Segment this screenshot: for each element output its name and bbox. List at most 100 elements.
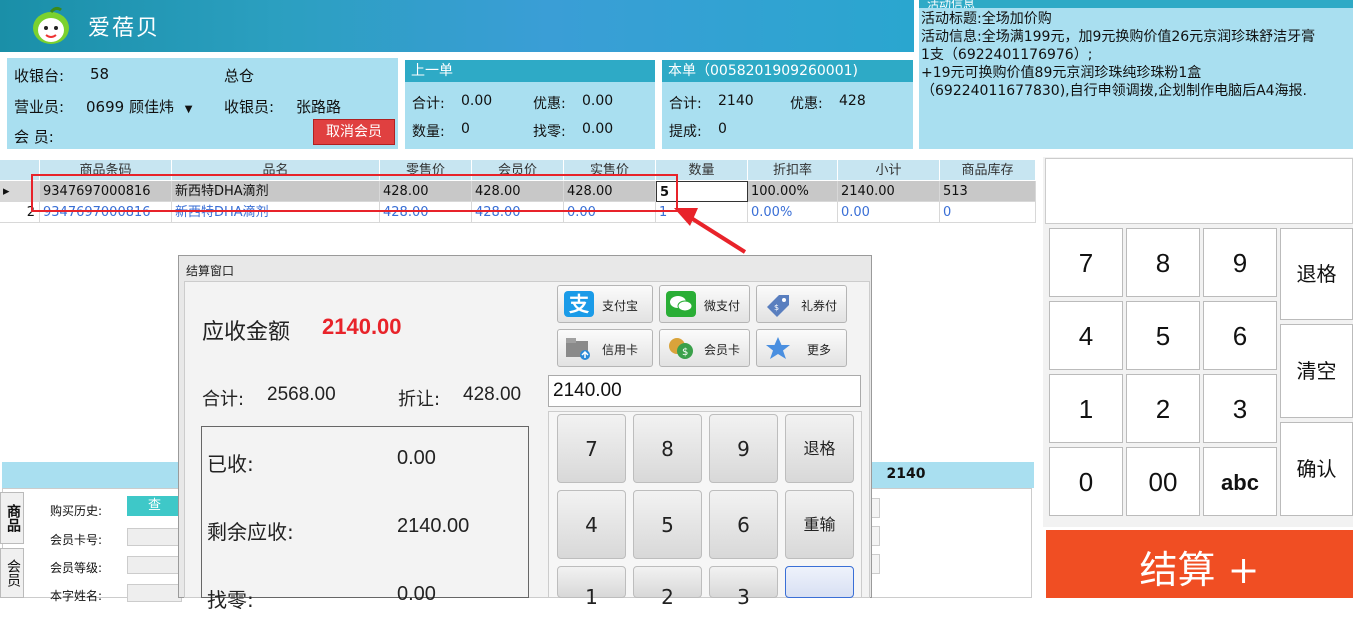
keypad-backspace-button[interactable]: 退格 xyxy=(1280,228,1353,320)
promo-line: （69224011677830),自行申领调拨,企划制作电脑后A4海报. xyxy=(921,83,1307,99)
gift-voucher-label: 礼券付 xyxy=(801,299,838,313)
card-no-field[interactable] xyxy=(127,528,182,546)
svg-text:$: $ xyxy=(774,303,779,312)
level-label: 会员等级: xyxy=(50,561,103,575)
dialog-key-4[interactable]: 4 xyxy=(557,490,626,559)
remaining-value: 2140.00 xyxy=(397,515,470,537)
this-total-value: 2140 xyxy=(718,93,754,109)
keypad-key-abc[interactable]: abc xyxy=(1203,447,1277,516)
member-card-button[interactable]: $ 会员卡 xyxy=(659,329,750,367)
received-label: 已收: xyxy=(207,452,254,476)
cell-subtotal[interactable]: 0.00 xyxy=(838,202,940,223)
cell-subtotal[interactable]: 2140.00 xyxy=(838,181,940,202)
chevron-down-icon: ▼ xyxy=(184,104,193,115)
keypad-key-3[interactable]: 3 xyxy=(1203,374,1277,443)
prev-qty-label: 数量: xyxy=(412,124,445,140)
app-logo-icon xyxy=(33,6,69,44)
query-button[interactable]: 查 xyxy=(127,496,182,516)
dialog-reenter-button[interactable]: 重输 xyxy=(785,490,854,559)
app-brand: 爱蓓贝 xyxy=(88,16,161,41)
promo-line: 活动标题:全场加价购 xyxy=(921,11,1052,27)
prev-discount-label: 优惠: xyxy=(533,96,566,112)
keypad-display[interactable] xyxy=(1045,158,1353,224)
promo-line: 1支（6922401176976）; xyxy=(921,47,1093,63)
promo-panel: 活动信息 活动标题:全场加价购 活动信息:全场满199元，加9元换购价值26元京… xyxy=(919,0,1353,149)
change-label: 找零: xyxy=(207,588,254,612)
dialog-backspace-button[interactable]: 退格 xyxy=(785,414,854,483)
dialog-key-2[interactable]: 2 xyxy=(633,566,702,609)
amount-input[interactable]: 2140.00 xyxy=(548,375,861,407)
cell-stock[interactable]: 0 xyxy=(940,202,1036,223)
dialog-key-6[interactable]: 6 xyxy=(709,490,778,559)
alipay-label: 支付宝 xyxy=(602,299,639,313)
sum-value: 2568.00 xyxy=(267,384,336,405)
alipay-button[interactable]: 支 支付宝 xyxy=(557,285,653,323)
cell-discount-rate[interactable]: 0.00% xyxy=(748,202,838,223)
keypad-confirm-button[interactable]: 确认 xyxy=(1280,422,1353,516)
card-no-label: 会员卡号: xyxy=(50,533,103,547)
voucher-tag-icon: $ xyxy=(763,291,793,317)
keypad-key-8[interactable]: 8 xyxy=(1126,228,1200,297)
gift-voucher-button[interactable]: $ 礼券付 xyxy=(756,285,847,323)
clerk-value: 0699 顾佳炜 xyxy=(86,98,174,116)
change-value: 0.00 xyxy=(397,583,436,605)
dialog-key-3[interactable]: 3 xyxy=(709,566,778,609)
settle-button[interactable]: 结算 + xyxy=(1046,530,1353,598)
member-card-label: 会员卡 xyxy=(704,343,741,357)
this-pickup-label: 提成: xyxy=(669,124,702,140)
dialog-confirm-button[interactable] xyxy=(785,566,854,598)
cancel-member-button[interactable]: 取消会员 xyxy=(313,119,395,145)
this-discount-label: 优惠: xyxy=(790,96,823,112)
keypad-key-2[interactable]: 2 xyxy=(1126,374,1200,443)
wechat-icon xyxy=(666,291,696,317)
clerk-select[interactable]: 0699 顾佳炜 ▼ xyxy=(86,96,192,117)
grid-header-stock[interactable]: 商品库存 xyxy=(940,160,1036,180)
dialog-key-1[interactable]: 1 xyxy=(557,566,626,609)
cell-stock[interactable]: 513 xyxy=(940,181,1036,202)
keypad-key-5[interactable]: 5 xyxy=(1126,301,1200,370)
prev-change-value: 0.00 xyxy=(582,121,614,137)
keypad-key-00[interactable]: 00 xyxy=(1126,447,1200,516)
tab-goods[interactable]: 商品 xyxy=(0,492,24,544)
svg-text:$: $ xyxy=(682,347,688,358)
keypad-key-9[interactable]: 9 xyxy=(1203,228,1277,297)
this-order-title: 本单（0058201909260001) xyxy=(662,60,913,82)
cell-discount-rate[interactable]: 100.00% xyxy=(748,181,838,202)
keypad-key-1[interactable]: 1 xyxy=(1049,374,1123,443)
this-total-label: 合计: xyxy=(669,96,702,112)
grid-header-discount-rate[interactable]: 折扣率 xyxy=(748,160,838,180)
dialog-key-9[interactable]: 9 xyxy=(709,414,778,483)
level-field[interactable] xyxy=(127,556,182,574)
clerk-label: 营业员: xyxy=(14,98,65,116)
sum-label: 合计: xyxy=(202,389,245,410)
keypad-clear-button[interactable]: 清空 xyxy=(1280,324,1353,418)
prev-total-label: 合计: xyxy=(412,96,445,112)
keypad-key-0[interactable]: 0 xyxy=(1049,447,1123,516)
wechat-pay-button[interactable]: 微支付 xyxy=(659,285,750,323)
promo-header: 活动信息 xyxy=(919,0,1353,8)
cashier-value: 张路路 xyxy=(296,98,342,116)
keypad-key-4[interactable]: 4 xyxy=(1049,301,1123,370)
dialog-key-8[interactable]: 8 xyxy=(633,414,702,483)
name-field[interactable] xyxy=(127,584,182,602)
tab-member[interactable]: 会员 xyxy=(0,548,24,598)
grid-header-subtotal[interactable]: 小计 xyxy=(838,160,940,180)
disc-value: 428.00 xyxy=(463,384,522,405)
cashier-label: 收银员: xyxy=(224,98,275,116)
register-label: 收银台: xyxy=(14,67,65,85)
keypad-key-6[interactable]: 6 xyxy=(1203,301,1277,370)
star-icon xyxy=(763,335,793,361)
dialog-key-7[interactable]: 7 xyxy=(557,414,626,483)
keypad-key-7[interactable]: 7 xyxy=(1049,228,1123,297)
highlight-box xyxy=(31,174,678,212)
remaining-label: 剩余应收: xyxy=(207,520,294,544)
this-discount-value: 428 xyxy=(839,93,866,109)
promo-line: 活动信息:全场满199元，加9元换购价值26元京润珍珠舒洁牙膏 xyxy=(921,29,1316,45)
prev-qty-value: 0 xyxy=(461,121,470,137)
credit-card-button[interactable]: 信用卡 xyxy=(557,329,653,367)
history-label: 购买历史: xyxy=(50,504,103,518)
disc-label: 折让: xyxy=(398,389,441,410)
coins-icon: $ xyxy=(666,335,696,361)
more-button[interactable]: 更多 xyxy=(756,329,847,367)
dialog-key-5[interactable]: 5 xyxy=(633,490,702,559)
